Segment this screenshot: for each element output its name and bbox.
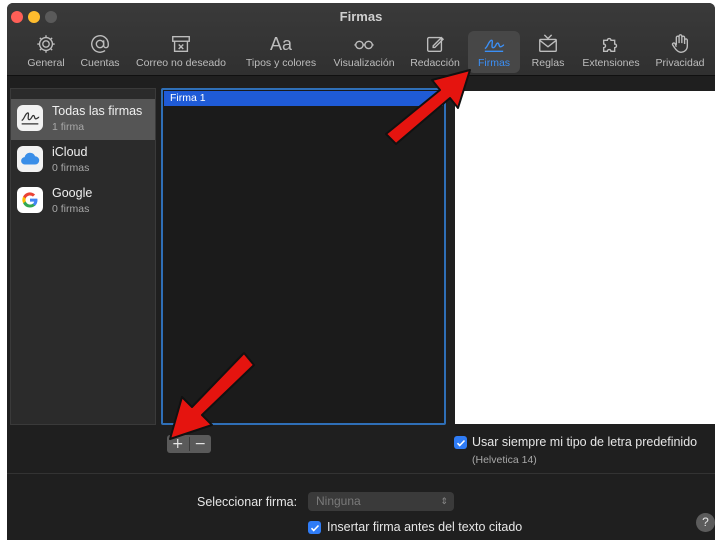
- account-signature-count: 1 firma: [52, 121, 85, 133]
- tab-rules[interactable]: Reglas: [526, 31, 570, 73]
- select-signature-label: Seleccionar firma:: [197, 495, 298, 509]
- account-signature-count: 0 firmas: [52, 162, 90, 174]
- junk-mail-icon: [131, 33, 231, 55]
- select-signature-dropdown[interactable]: Ninguna ⇕: [308, 492, 454, 511]
- account-name: Todas las firmas: [52, 104, 143, 118]
- gear-icon: [21, 33, 71, 55]
- tab-accounts[interactable]: Cuentas: [75, 31, 125, 73]
- help-button[interactable]: ?: [696, 513, 715, 532]
- annotation-arrow-icon: [385, 69, 471, 145]
- tab-privacy[interactable]: Privacidad: [650, 31, 710, 73]
- checkmark-icon: [310, 524, 319, 532]
- signature-preview-editor[interactable]: [455, 91, 715, 424]
- checkmark-icon: [456, 439, 465, 447]
- tab-general[interactable]: General: [21, 31, 71, 73]
- tab-privacy-label: Privacidad: [655, 57, 705, 69]
- select-signature-value: Ninguna: [316, 494, 361, 508]
- chevron-updown-icon: ⇕: [440, 496, 448, 506]
- default-font-checkbox[interactable]: [454, 436, 467, 449]
- tab-fonts-colors-label: Tipos y colores: [245, 57, 317, 69]
- default-font-value: (Helvetica 14): [472, 454, 537, 466]
- google-icon: [17, 187, 43, 213]
- preferences-window: Firmas General Cuentas Correo no deseado…: [7, 3, 715, 540]
- glasses-icon: [329, 33, 399, 55]
- tab-junk-mail-label: Correo no deseado: [136, 57, 226, 69]
- tab-rules-label: Reglas: [531, 57, 565, 69]
- default-font-label: Usar siempre mi tipo de letra predefinid…: [472, 435, 698, 449]
- rules-envelope-icon: [526, 33, 570, 55]
- account-item-icloud[interactable]: iCloud 0 firmas: [11, 140, 155, 181]
- tab-general-label: General: [27, 57, 65, 69]
- font-icon: Aa: [269, 34, 293, 54]
- tab-extensions-label: Extensiones: [582, 57, 640, 69]
- window-title: Firmas: [339, 9, 383, 24]
- toolbar: Firmas General Cuentas Correo no deseado…: [7, 3, 715, 76]
- account-signature-count: 0 firmas: [52, 203, 90, 215]
- insert-before-quoted-checkbox[interactable]: [308, 521, 321, 534]
- annotation-arrow-icon: [169, 352, 255, 440]
- hand-icon: [650, 33, 710, 55]
- accounts-list: Todas las firmas 1 firma iCloud 0 firmas…: [10, 88, 156, 425]
- account-name: Google: [52, 186, 93, 200]
- tab-extensions[interactable]: Extensiones: [577, 31, 645, 73]
- signature-icon: [17, 105, 43, 131]
- account-name: iCloud: [52, 145, 88, 159]
- compose-icon: [406, 33, 464, 55]
- insert-before-quoted-label: Insertar firma antes del texto citado: [327, 520, 523, 534]
- account-item-all-signatures[interactable]: Todas las firmas 1 firma: [11, 99, 155, 140]
- at-sign-icon: [75, 33, 125, 55]
- icloud-icon: [17, 146, 43, 172]
- tab-fonts-colors[interactable]: Aa Tipos y colores: [240, 31, 322, 73]
- tab-accounts-label: Cuentas: [80, 57, 120, 69]
- account-item-google[interactable]: Google 0 firmas: [11, 181, 155, 222]
- puzzle-icon: [577, 33, 645, 55]
- tab-junk-mail[interactable]: Correo no deseado: [131, 31, 231, 73]
- signatures-pane: Todas las firmas 1 firma iCloud 0 firmas…: [7, 77, 715, 540]
- divider: [7, 473, 715, 474]
- signature-icon: [468, 33, 520, 55]
